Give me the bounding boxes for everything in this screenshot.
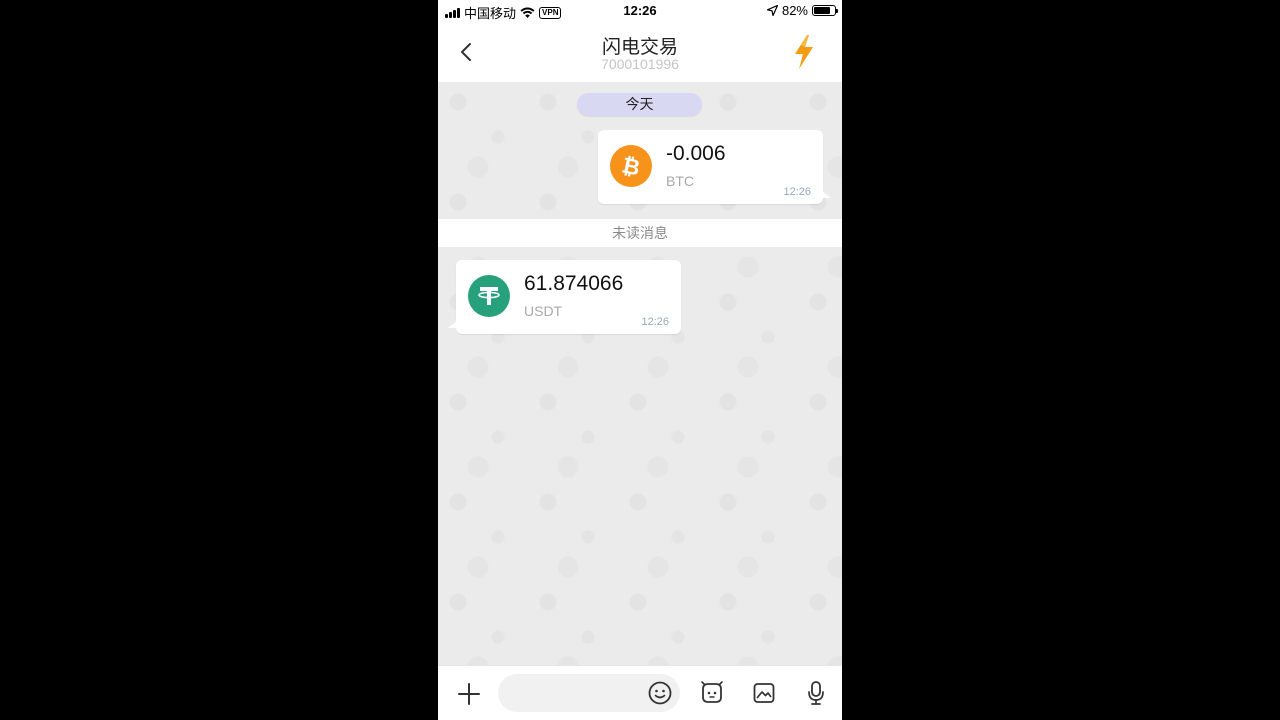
date-separator: 今天 <box>577 93 702 116</box>
message-time: 12:26 <box>641 316 669 328</box>
tether-icon <box>468 275 510 317</box>
image-button[interactable] <box>750 679 778 707</box>
message-amount: -0.006 <box>666 142 726 165</box>
account-id: 7000101996 <box>601 56 679 72</box>
bitcoin-icon: ₿ <box>610 145 652 187</box>
message-time: 12:26 <box>783 186 811 198</box>
message-symbol: USDT <box>524 303 563 319</box>
unread-divider: 未读消息 <box>438 219 842 247</box>
emoji-button[interactable] <box>646 679 674 707</box>
svg-text:₿: ₿ <box>619 153 642 180</box>
input-bar <box>438 665 842 720</box>
voice-button[interactable] <box>802 679 830 707</box>
page-title: 闪电交易 <box>601 37 678 58</box>
image-icon <box>753 683 775 703</box>
add-attachment-button[interactable] <box>456 681 482 707</box>
plus-icon <box>458 683 480 705</box>
battery-icon <box>812 5 838 16</box>
location-arrow-icon <box>766 5 778 16</box>
chat-area[interactable]: 今天 ₿ -0.006 BTC 12:26 未读消息 61.874066 USD… <box>438 82 842 665</box>
chat-header: 闪电交易 7000101996 <box>438 22 842 82</box>
message-amount: 61.874066 <box>524 272 624 295</box>
message-bubble-outgoing[interactable]: ₿ -0.006 BTC 12:26 <box>598 130 831 204</box>
lightning-icon <box>795 35 813 69</box>
microphone-icon <box>808 681 824 705</box>
battery-level <box>814 7 831 14</box>
sticker-button[interactable] <box>698 679 726 707</box>
battery-percent: 82% <box>781 3 808 18</box>
emoji-icon <box>648 681 672 705</box>
status-bar: 中国移动 VPN 12:26 82% <box>438 0 842 22</box>
phone-screen: 中国移动 VPN 12:26 82% 闪电交易 7000101996 今天 ₿ … <box>438 0 842 720</box>
message-symbol: BTC <box>666 173 694 189</box>
lightning-button[interactable] <box>790 34 818 70</box>
sticker-icon <box>701 681 723 703</box>
message-bubble-incoming[interactable]: 61.874066 USDT 12:26 <box>448 260 681 334</box>
